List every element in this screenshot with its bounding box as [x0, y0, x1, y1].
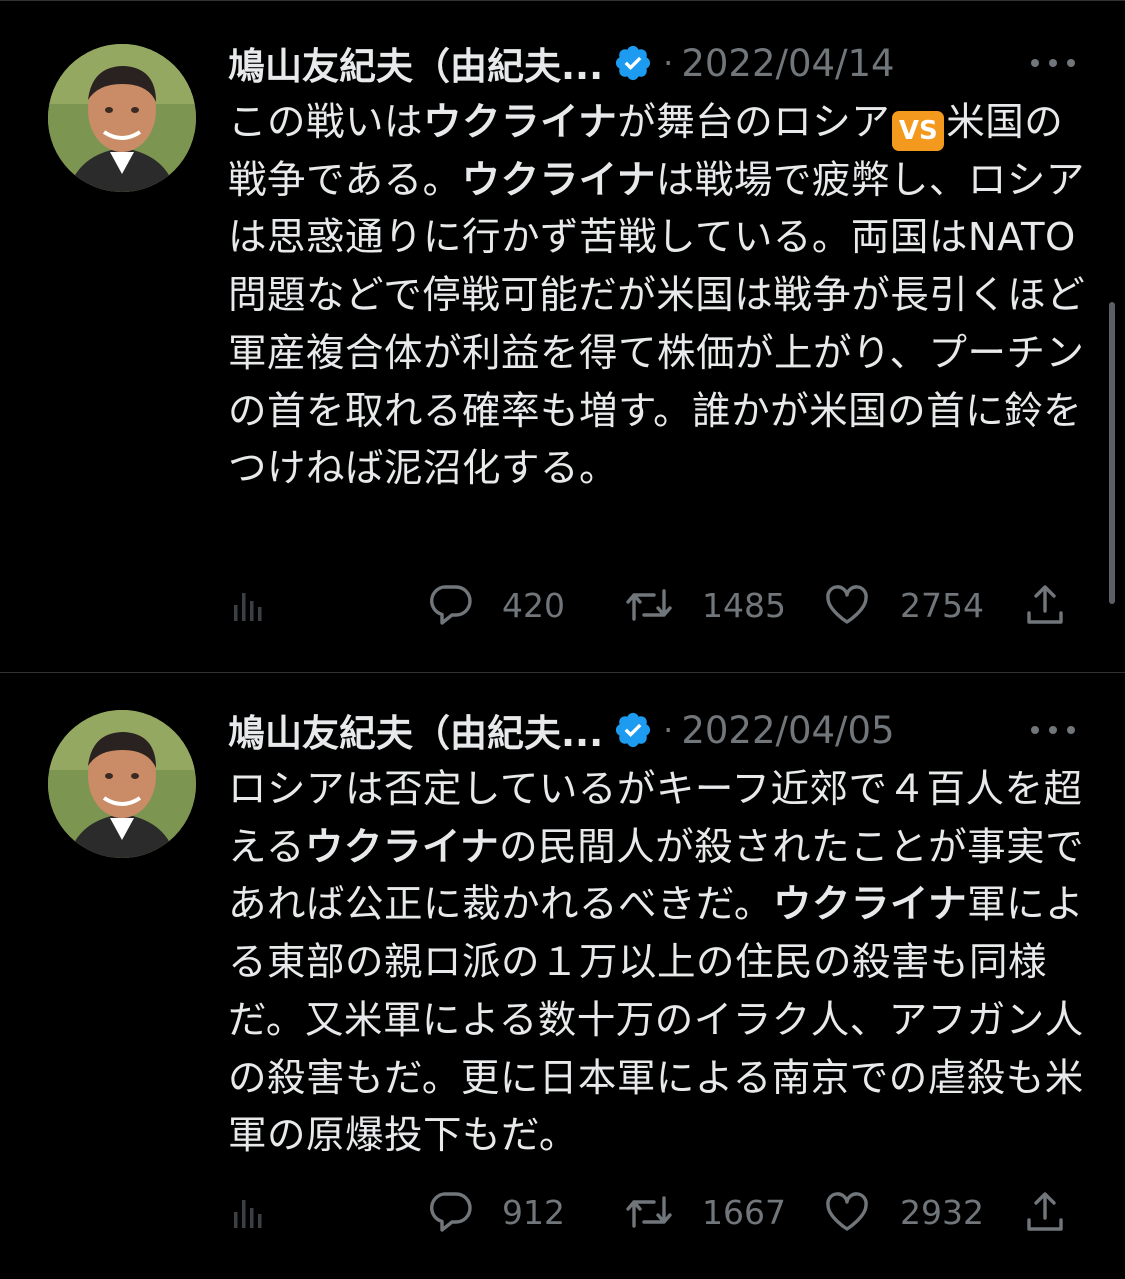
more-icon[interactable]: [1031, 724, 1075, 736]
retweet-icon: [626, 589, 672, 621]
reply-button[interactable]: 420: [426, 580, 565, 630]
retweet-button[interactable]: 1485: [624, 580, 786, 630]
more-icon[interactable]: [1031, 57, 1075, 69]
tweet[interactable]: 鳩山友紀夫（由紀夫... · 2022/04/05 ロシアは否定しているがキーフ…: [0, 673, 1125, 1279]
bold-keyword: ウクライナ: [423, 100, 618, 145]
retweet-count: 1485: [702, 585, 786, 625]
tweet[interactable]: 鳩山友紀夫（由紀夫... · 2022/04/14 この戦いはウクライナが舞台の…: [0, 0, 1125, 672]
separator-dot: ·: [663, 711, 674, 749]
reply-button[interactable]: 912: [426, 1187, 565, 1237]
avatar[interactable]: [48, 710, 196, 858]
like-count: 2754: [900, 585, 984, 625]
reply-count: 420: [502, 585, 565, 625]
text-segment: が舞台のロシア: [617, 100, 891, 145]
reply-icon: [430, 1192, 472, 1232]
tweet-actions: 912 1667 2932: [228, 1187, 1078, 1237]
share-icon: [1027, 1192, 1063, 1231]
reply-icon: [430, 585, 472, 625]
like-button[interactable]: 2754: [824, 580, 984, 630]
like-icon: [826, 1192, 868, 1231]
bold-keyword: ウクライナ: [304, 824, 500, 870]
tweet-header: 鳩山友紀夫（由紀夫... · 2022/04/14: [228, 36, 895, 90]
reply-count: 912: [502, 1192, 565, 1232]
author-name[interactable]: 鳩山友紀夫（由紀夫...: [228, 703, 603, 757]
text-segment: この戦いは: [228, 100, 424, 145]
retweet-button[interactable]: 1667: [624, 1187, 786, 1237]
separator-dot: ·: [663, 44, 674, 82]
analytics-button[interactable]: [228, 580, 268, 630]
avatar[interactable]: [48, 44, 196, 192]
tweet-date[interactable]: 2022/04/14: [681, 42, 894, 85]
tweet-date[interactable]: 2022/04/05: [681, 709, 894, 752]
tweet-text: ロシアは否定しているがキーフ近郊で４百人を超えるウクライナの民間人が殺されたこと…: [228, 761, 1088, 1165]
like-count: 2932: [900, 1192, 984, 1232]
analytics-icon: [234, 593, 262, 621]
retweet-icon: [626, 1196, 672, 1228]
tweet-text: この戦いはウクライナが舞台のロシア VS 米国の戦争である。ウクライナは戦場で疲弊し…: [228, 94, 1088, 498]
like-button[interactable]: 2932: [824, 1187, 984, 1237]
author-name[interactable]: 鳩山友紀夫（由紀夫...: [228, 36, 603, 90]
retweet-count: 1667: [702, 1192, 786, 1232]
bold-keyword: ウクライナ: [772, 882, 968, 928]
share-button[interactable]: [1024, 1187, 1066, 1237]
verified-badge-icon: [616, 45, 651, 81]
scrollbar[interactable]: [1109, 302, 1115, 604]
bold-keyword: ウクライナ: [461, 157, 656, 203]
share-button[interactable]: [1024, 580, 1066, 630]
text-segment: は戦場で疲弊し、ロシアは思惑通りに行かず苦戦している。両国はNATO問題などで停…: [228, 157, 1086, 492]
share-icon: [1027, 585, 1063, 624]
tweet-header: 鳩山友紀夫（由紀夫... · 2022/04/05: [228, 703, 895, 757]
tweet-actions: 420 1485 2754: [228, 580, 1078, 630]
analytics-icon: [234, 1200, 262, 1228]
verified-badge-icon: [616, 712, 651, 748]
analytics-button[interactable]: [228, 1187, 268, 1237]
vs-emoji: VS: [892, 111, 945, 151]
like-icon: [826, 585, 868, 624]
